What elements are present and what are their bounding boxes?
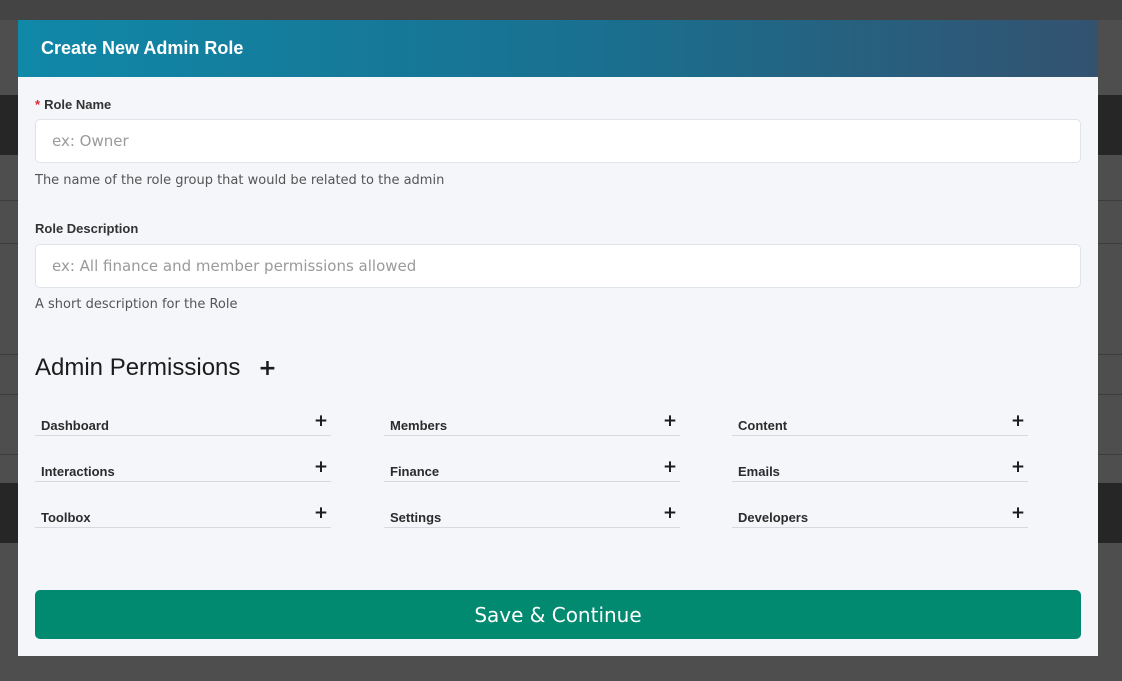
plus-icon[interactable]: + [1010, 457, 1026, 477]
permission-item-content[interactable]: Content + [732, 411, 1028, 436]
plus-icon[interactable]: + [1010, 411, 1026, 431]
permission-label: Dashboard [41, 418, 109, 433]
role-name-help: The name of the role group that would be… [35, 173, 445, 188]
save-continue-button[interactable]: Save & Continue [35, 590, 1081, 639]
permission-label: Settings [390, 510, 442, 525]
permission-label: Finance [390, 464, 440, 479]
plus-icon[interactable]: + [256, 356, 278, 381]
modal-header: Create New Admin Role [18, 20, 1098, 77]
admin-permissions-title: Admin Permissions [35, 354, 241, 381]
required-marker: * [35, 97, 41, 112]
role-name-label: * Role Name [35, 97, 111, 112]
admin-permissions-heading: Admin Permissions + [35, 354, 278, 382]
plus-icon[interactable]: + [662, 503, 678, 523]
permission-label: Members [390, 418, 448, 433]
plus-icon[interactable]: + [662, 457, 678, 477]
plus-icon[interactable]: + [662, 411, 678, 431]
permission-label: Emails [738, 464, 780, 479]
plus-icon[interactable]: + [313, 457, 329, 477]
permission-item-settings[interactable]: Settings + [384, 503, 680, 528]
permission-label: Content [738, 418, 788, 433]
permission-item-members[interactable]: Members + [384, 411, 680, 436]
permission-item-interactions[interactable]: Interactions + [35, 457, 331, 482]
role-description-input[interactable] [35, 244, 1081, 288]
permission-item-finance[interactable]: Finance + [384, 457, 680, 482]
permission-item-toolbox[interactable]: Toolbox + [35, 503, 331, 528]
plus-icon[interactable]: + [313, 411, 329, 431]
permission-label: Developers [738, 510, 809, 525]
plus-icon[interactable]: + [313, 503, 329, 523]
modal-title: Create New Admin Role [41, 38, 244, 58]
permission-item-developers[interactable]: Developers + [732, 503, 1028, 528]
permission-item-emails[interactable]: Emails + [732, 457, 1028, 482]
role-description-label: Role Description [35, 221, 139, 236]
role-description-help: A short description for the Role [35, 297, 238, 312]
permission-label: Toolbox [41, 510, 91, 525]
create-admin-role-modal: Create New Admin Role *Role Name The nam… [18, 20, 1098, 656]
plus-icon[interactable]: + [1010, 503, 1026, 523]
permission-label: Interactions [41, 464, 115, 479]
permissions-grid: Dashboard + Members + Content + Interact… [35, 411, 1035, 554]
role-name-input[interactable] [35, 119, 1081, 163]
permission-item-dashboard[interactable]: Dashboard + [35, 411, 331, 436]
role-name-label-text: Role Name [44, 97, 112, 112]
background-topbar [0, 0, 1122, 20]
